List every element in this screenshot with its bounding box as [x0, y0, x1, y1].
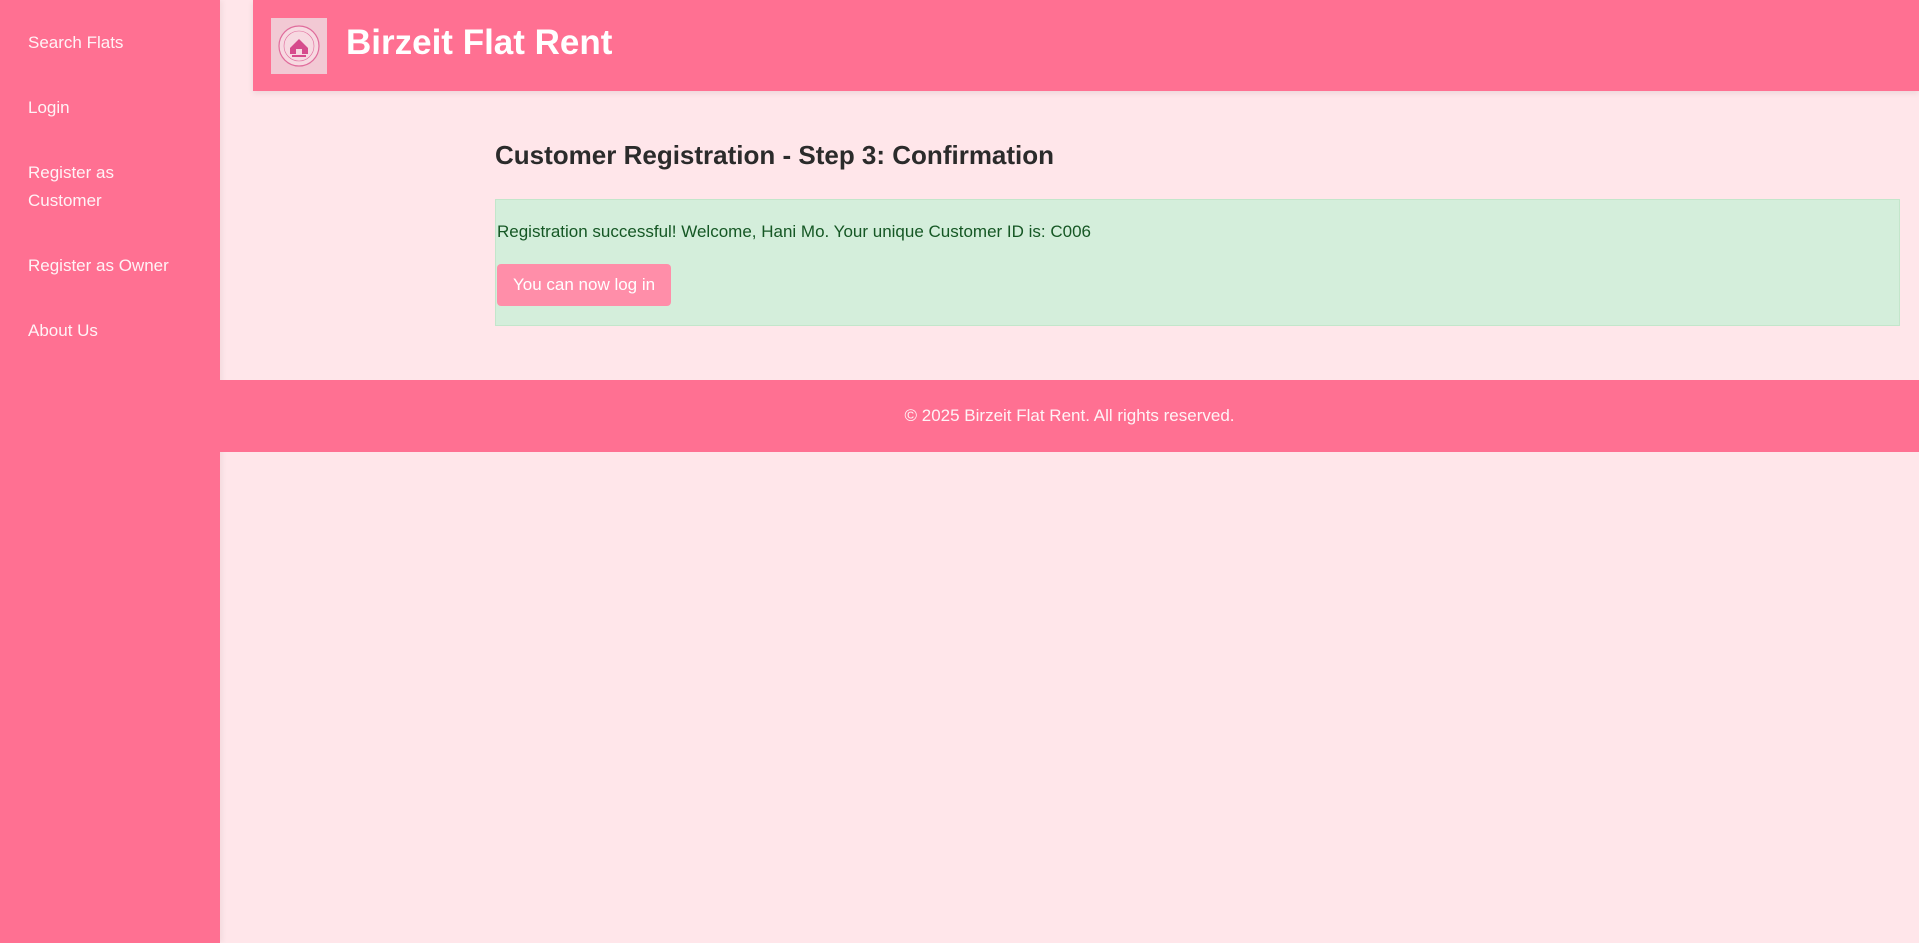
sidebar-link-register-owner[interactable]: Register as Owner	[28, 252, 192, 280]
house-seal-logo-icon[interactable]	[271, 18, 327, 74]
sidebar-item-search-flats: Search Flats	[0, 25, 220, 57]
sidebar-item-login: Login	[0, 90, 220, 122]
sidebar-nav-list: Search Flats Login Register as Customer …	[0, 0, 220, 345]
sidebar-item-about-us: About Us	[0, 313, 220, 345]
site-header: Birzeit Flat Rent	[253, 0, 1919, 91]
sidebar-link-about-us[interactable]: About Us	[28, 317, 192, 345]
page-title: Customer Registration - Step 3: Confirma…	[495, 140, 1055, 170]
site-title: Birzeit Flat Rent	[346, 23, 613, 62]
sidebar-link-login[interactable]: Login	[28, 94, 192, 122]
sidebar-link-register-customer[interactable]: Register as Customer	[28, 159, 138, 215]
sidebar-item-register-customer: Register as Customer	[0, 155, 220, 215]
sidebar: Search Flats Login Register as Customer …	[0, 0, 220, 943]
page: Search Flats Login Register as Customer …	[0, 0, 1919, 943]
success-message: Registration successful! Welcome, Hani M…	[497, 222, 1092, 241]
sidebar-link-search-flats[interactable]: Search Flats	[28, 29, 192, 57]
sidebar-item-register-owner: Register as Owner	[0, 248, 220, 280]
logo-graphic	[278, 25, 320, 67]
site-footer: © 2025 Birzeit Flat Rent. All rights res…	[220, 380, 1919, 452]
main-content: Customer Registration - Step 3: Confirma…	[495, 136, 1900, 326]
success-alert: Registration successful! Welcome, Hani M…	[495, 199, 1900, 326]
login-button[interactable]: You can now log in	[497, 264, 672, 306]
copyright-text: © 2025 Birzeit Flat Rent. All rights res…	[904, 406, 1235, 425]
